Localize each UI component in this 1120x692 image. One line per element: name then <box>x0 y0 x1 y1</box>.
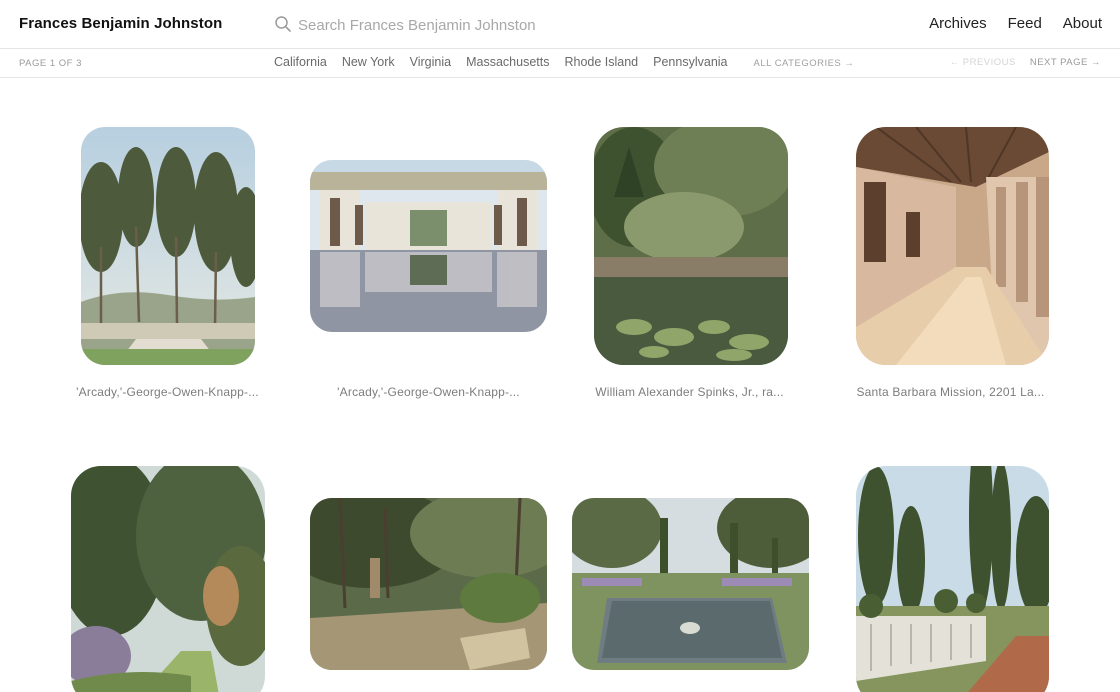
all-categories-link[interactable]: ALL CATEGORIES → <box>754 58 855 69</box>
search-icon <box>274 15 292 33</box>
category-rhode-island[interactable]: Rhode Island <box>564 55 638 69</box>
site-title[interactable]: Frances Benjamin Johnston <box>19 15 222 32</box>
lily-pond-garden-photo[interactable] <box>594 127 788 365</box>
nav-archives[interactable]: Archives <box>929 15 987 32</box>
photo-caption: 'Arcady,'-George-Owen-Knapp-... <box>76 385 259 399</box>
category-new-york[interactable]: New York <box>342 55 395 69</box>
search-bar[interactable] <box>274 12 674 38</box>
nav-about[interactable]: About <box>1063 15 1102 32</box>
search-input[interactable] <box>298 14 668 36</box>
next-page-link[interactable]: NEXT PAGE → <box>1030 57 1101 68</box>
mission-arcade-photo[interactable] <box>856 127 1049 365</box>
previous-page-link: ← PREVIOUS <box>949 57 1016 68</box>
wooded-garden-steps-photo[interactable] <box>310 498 547 670</box>
reflecting-pool-colonnade-photo[interactable] <box>310 160 547 332</box>
cypress-garden-path-photo[interactable] <box>71 466 265 692</box>
nav-feed[interactable]: Feed <box>1008 15 1042 32</box>
eucalyptus-terrace-photo[interactable] <box>81 127 255 365</box>
photo-caption: 'Arcady,'-George-Owen-Knapp-... <box>337 385 520 399</box>
category-links: California New York Virginia Massachuset… <box>274 55 854 69</box>
photo-caption: William Alexander Spinks, Jr., ra... <box>595 385 784 399</box>
category-bar: PAGE 1 OF 3 California New York Virginia… <box>0 49 1120 78</box>
site-header: Frances Benjamin Johnston Archives Feed … <box>0 0 1120 49</box>
category-virginia[interactable]: Virginia <box>410 55 451 69</box>
category-california[interactable]: California <box>274 55 327 69</box>
photo-caption: Santa Barbara Mission, 2201 La... <box>856 385 1045 399</box>
category-massachusetts[interactable]: Massachusetts <box>466 55 549 69</box>
page-count: PAGE 1 OF 3 <box>19 58 82 69</box>
main-nav: Archives Feed About <box>929 15 1102 32</box>
category-pennsylvania[interactable]: Pennsylvania <box>653 55 727 69</box>
pagination: ← PREVIOUS NEXT PAGE → <box>950 57 1101 68</box>
balustrade-terrace-photo[interactable] <box>856 466 1049 692</box>
formal-garden-pool-photo[interactable] <box>572 498 809 670</box>
